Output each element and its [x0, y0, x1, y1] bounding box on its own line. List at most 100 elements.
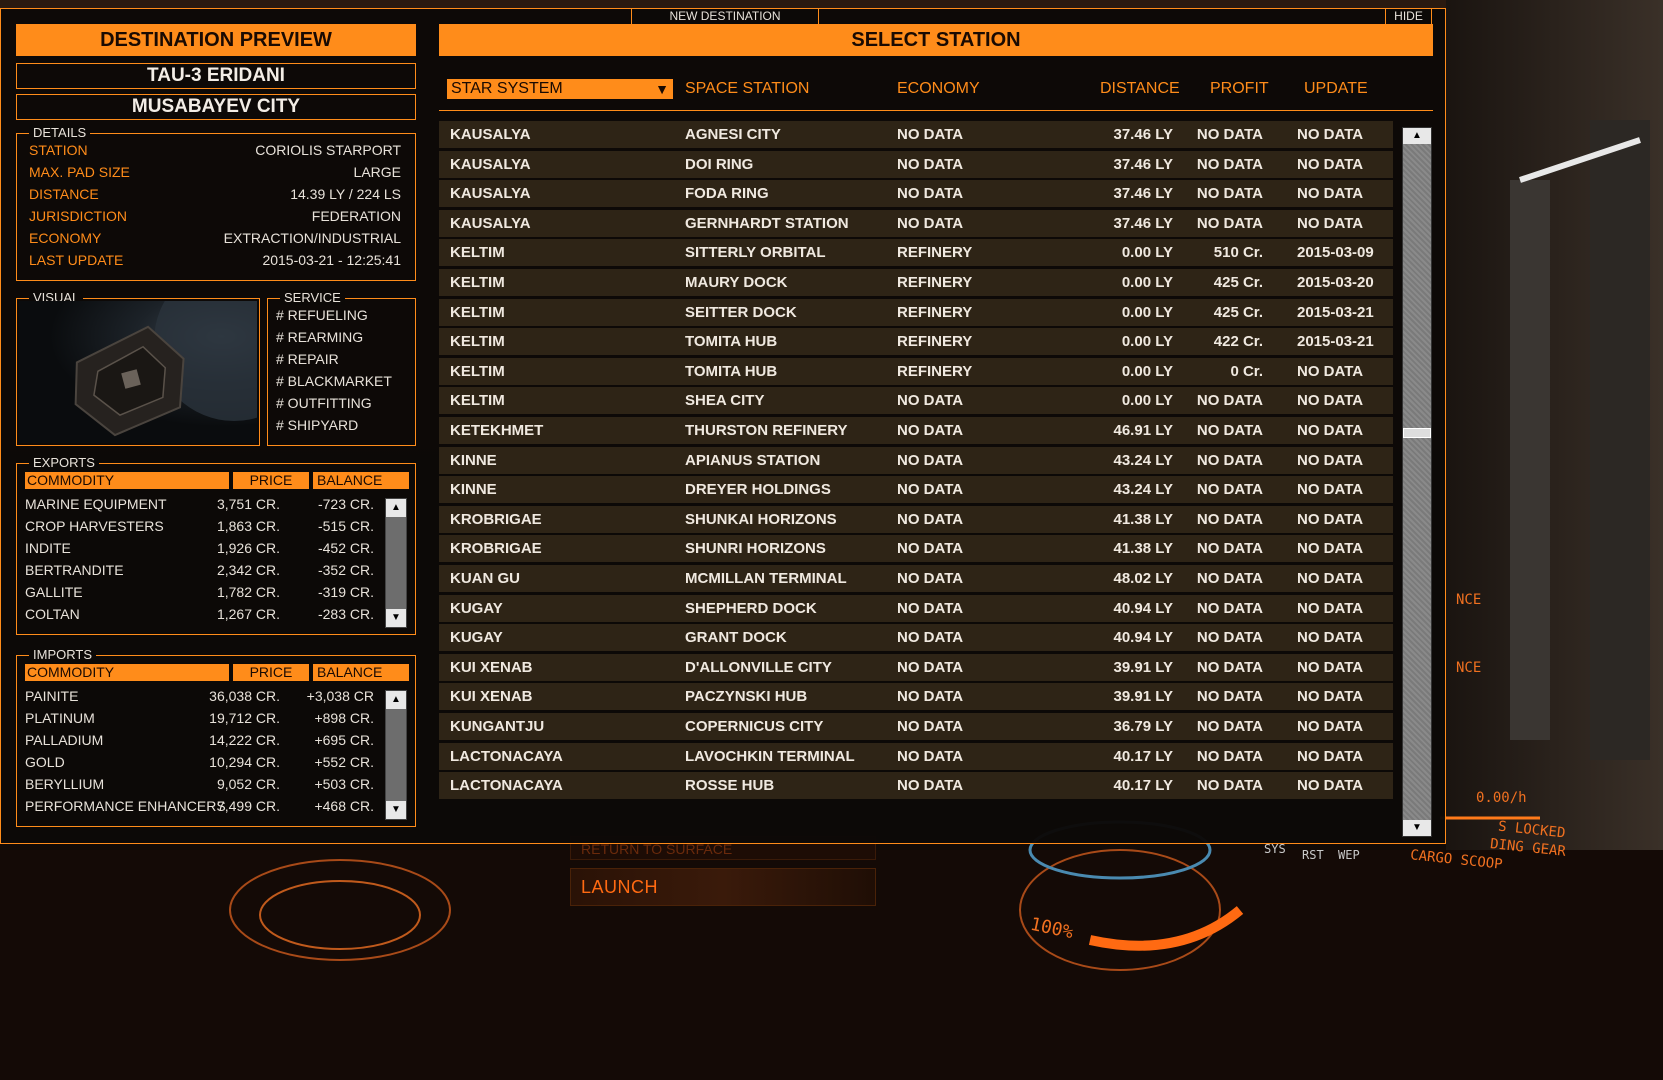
station-row[interactable]: LACTONACAYA ROSSE HUB NO DATA 40.17 LY NO DA… — [439, 772, 1393, 800]
economy-column-header[interactable]: ECONOMY — [897, 79, 980, 99]
station-row[interactable]: KUI XENAB D'ALLONVILLE CITY NO DATA 39.91 L… — [439, 653, 1393, 681]
hide-button[interactable]: HIDE — [1385, 9, 1432, 25]
visual-box: VISUAL — [16, 290, 260, 446]
economy-cell: NO DATA — [897, 658, 964, 676]
station-row[interactable]: LACTONACAYA LAVOCHKIN TERMINAL NO DATA 40.1… — [439, 742, 1393, 770]
station-row[interactable]: KELTIM SHEA CITY NO DATA 0.00 LY NO DATA NO D… — [439, 387, 1393, 415]
detail-value: CORIOLIS STARPORT — [255, 142, 401, 158]
new-destination-tab[interactable]: NEW DESTINATION — [631, 9, 819, 25]
commodity-row[interactable]: MARINE EQUIPMENT 3,751 CR. -723 CR. — [25, 493, 380, 515]
station-list-scrollbar[interactable]: ▲ ▼ — [1402, 127, 1432, 837]
station-row[interactable]: KROBRIGAE SHUNKAI HORIZONS NO DATA 41.38 LY… — [439, 505, 1393, 533]
station-row[interactable]: KAUSALYA AGNESI CITY NO DATA 37.46 LY NO DAT… — [439, 121, 1393, 148]
update-cell: NO DATA — [1297, 570, 1364, 587]
update-cell: NO DATA — [1297, 214, 1364, 232]
balance-column-header[interactable]: BALANCE — [313, 472, 409, 489]
commodity-column-header[interactable]: COMMODITY — [25, 472, 229, 489]
service-item: # REFUELING — [276, 307, 368, 323]
commodity-column-header[interactable]: COMMODITY — [25, 664, 229, 681]
station-row[interactable]: KUGAY GRANT DOCK NO DATA 40.94 LY NO DATA NO … — [439, 624, 1393, 652]
commodity-price: 1,863 CR. — [216, 518, 280, 534]
scroll-down-icon[interactable]: ▼ — [1403, 820, 1431, 836]
exports-scrollbar[interactable]: ▲ ▼ — [385, 498, 407, 628]
system-name: TAU-3 ERIDANI — [16, 63, 416, 89]
star-system-cell: KAUSALYA — [450, 214, 531, 232]
distance-cell: 40.94 LY — [1113, 629, 1174, 647]
detail-value: 2015-03-21 - 12:25:41 — [262, 252, 401, 268]
station-row[interactable]: KETEKHMET THURSTON REFINERY NO DATA 46.91 L… — [439, 417, 1393, 444]
update-cell: 2015-03-09 — [1297, 244, 1374, 262]
distance-cell: 0.00 LY — [1121, 333, 1173, 351]
commodity-row[interactable]: PALLADIUM 14,222 CR. +695 CR. — [25, 729, 380, 751]
commodity-name: MARINE EQUIPMENT — [25, 496, 167, 512]
commodity-price: 9,052 CR. — [216, 776, 280, 792]
distance-cell: 48.02 LY — [1113, 570, 1174, 587]
station-row[interactable]: KAUSALYA DOI RING NO DATA 37.46 LY NO DATA NO… — [439, 150, 1393, 178]
station-row[interactable]: KAUSALYA FODA RING NO DATA 37.46 LY NO DATA N… — [439, 180, 1393, 208]
scroll-up-icon[interactable]: ▲ — [386, 499, 406, 517]
service-item: # REARMING — [276, 329, 364, 345]
station-row[interactable]: KUGAY SHEPHERD DOCK NO DATA 40.94 LY NO DATA… — [439, 594, 1393, 622]
commodity-row[interactable]: PERFORMANCE ENHANCERS 7,499 CR. +468 CR. — [25, 795, 380, 817]
details-label: DETAILS — [29, 125, 91, 140]
station-row[interactable]: KUNGANTJU COPERNICUS CITY NO DATA 36.79 LY N… — [439, 713, 1393, 740]
update-cell: NO DATA — [1297, 481, 1364, 499]
station-row[interactable]: KUAN GU MCMILLAN TERMINAL NO DATA 48.02 LY N… — [439, 565, 1393, 592]
scroll-up-icon[interactable]: ▲ — [386, 691, 406, 709]
profit-cell: NO DATA — [1196, 599, 1263, 617]
detail-key: STATION — [29, 142, 88, 158]
star-system-cell: KUAN GU — [450, 570, 520, 587]
profit-cell: NO DATA — [1196, 688, 1263, 706]
commodity-row[interactable]: GALLITE 1,782 CR. -319 CR. — [25, 581, 380, 603]
commodity-row[interactable]: PAINITE 36,038 CR. +3,038 CR — [25, 685, 380, 707]
price-column-header[interactable]: PRICE — [233, 664, 309, 681]
commodity-row[interactable]: INDITE 1,926 CR. -452 CR. — [25, 537, 380, 559]
update-cell: 2015-03-21 — [1297, 303, 1374, 321]
imports-scrollbar[interactable]: ▲ ▼ — [385, 690, 407, 820]
commodity-row[interactable]: CROP HARVESTERS 1,863 CR. -515 CR. — [25, 515, 380, 537]
details-box: DETAILS STATION CORIOLIS STARPORT MAX. PAD… — [16, 125, 416, 281]
economy-cell: REFINERY — [897, 362, 973, 380]
station-row[interactable]: KINNE DREYER HOLDINGS NO DATA 43.24 LY NO DA… — [439, 476, 1393, 504]
price-column-header[interactable]: PRICE — [233, 472, 309, 489]
scroll-down-icon[interactable]: ▼ — [386, 609, 406, 627]
scroll-down-icon[interactable]: ▼ — [386, 801, 406, 819]
station-row[interactable]: KROBRIGAE SHUNRI HORIZONS NO DATA 41.38 LY N… — [439, 535, 1393, 563]
update-cell: NO DATA — [1297, 747, 1364, 765]
economy-cell: NO DATA — [897, 629, 964, 647]
station-row[interactable]: KELTIM TOMITA HUB REFINERY 0.00 LY 422 Cr. 20… — [439, 328, 1393, 356]
station-row[interactable]: KUI XENAB PACZYNSKI HUB NO DATA 39.91 LY NO … — [439, 683, 1393, 711]
commodity-row[interactable]: BERTRANDITE 2,342 CR. -352 CR. — [25, 559, 380, 581]
scroll-thumb[interactable] — [1403, 428, 1431, 438]
commodity-row[interactable]: PLATINUM 19,712 CR. +898 CR. — [25, 707, 380, 729]
distance-cell: 0.00 LY — [1121, 274, 1173, 291]
commodity-row[interactable]: GOLD 10,294 CR. +552 CR. — [25, 751, 380, 773]
station-row[interactable]: KELTIM TOMITA HUB REFINERY 0.00 LY 0 Cr. NO D… — [439, 357, 1393, 385]
star-system-cell: KUNGANTJU — [450, 718, 545, 735]
launch-button[interactable]: LAUNCH — [570, 868, 876, 906]
space-station-cell: GERNHARDT STATION — [685, 214, 849, 232]
space-station-column-header[interactable]: SPACE STATION — [685, 79, 809, 99]
profit-cell: NO DATA — [1196, 570, 1263, 587]
station-visual-image — [19, 301, 257, 443]
commodity-row[interactable]: COLTAN 1,267 CR. -283 CR. — [25, 603, 380, 625]
commodity-price: 7,499 CR. — [216, 798, 280, 814]
station-row[interactable]: KINNE APIANUS STATION NO DATA 43.24 LY NO DA… — [439, 446, 1393, 474]
station-row[interactable]: KELTIM MAURY DOCK REFINERY 0.00 LY 425 Cr. 20… — [439, 269, 1393, 296]
station-row[interactable]: KELTIM SEITTER DOCK REFINERY 0.00 LY 425 Cr.… — [439, 298, 1393, 326]
distance-column-header[interactable]: DISTANCE — [1100, 79, 1180, 99]
space-station-cell: PACZYNSKI HUB — [685, 688, 808, 706]
profit-column-header[interactable]: PROFIT — [1210, 79, 1269, 99]
station-row[interactable]: KAUSALYA GERNHARDT STATION NO DATA 37.46 LY… — [439, 209, 1393, 237]
economy-cell: NO DATA — [897, 570, 964, 587]
star-system-dropdown[interactable]: STAR SYSTEM ▼ — [447, 79, 673, 99]
star-system-cell: KINNE — [450, 451, 497, 469]
hud-tag-upper: NCE — [1456, 592, 1482, 608]
imports-table-header: COMMODITY PRICE BALANCE — [25, 664, 409, 681]
commodity-row[interactable]: BERYLLIUM 9,052 CR. +503 CR. — [25, 773, 380, 795]
scroll-up-icon[interactable]: ▲ — [1403, 128, 1431, 144]
space-station-cell: TOMITA HUB — [685, 333, 778, 351]
update-column-header[interactable]: UPDATE — [1304, 79, 1368, 99]
balance-column-header[interactable]: BALANCE — [313, 664, 409, 681]
station-row[interactable]: KELTIM SITTERLY ORBITAL REFINERY 0.00 LY 510… — [439, 239, 1393, 267]
